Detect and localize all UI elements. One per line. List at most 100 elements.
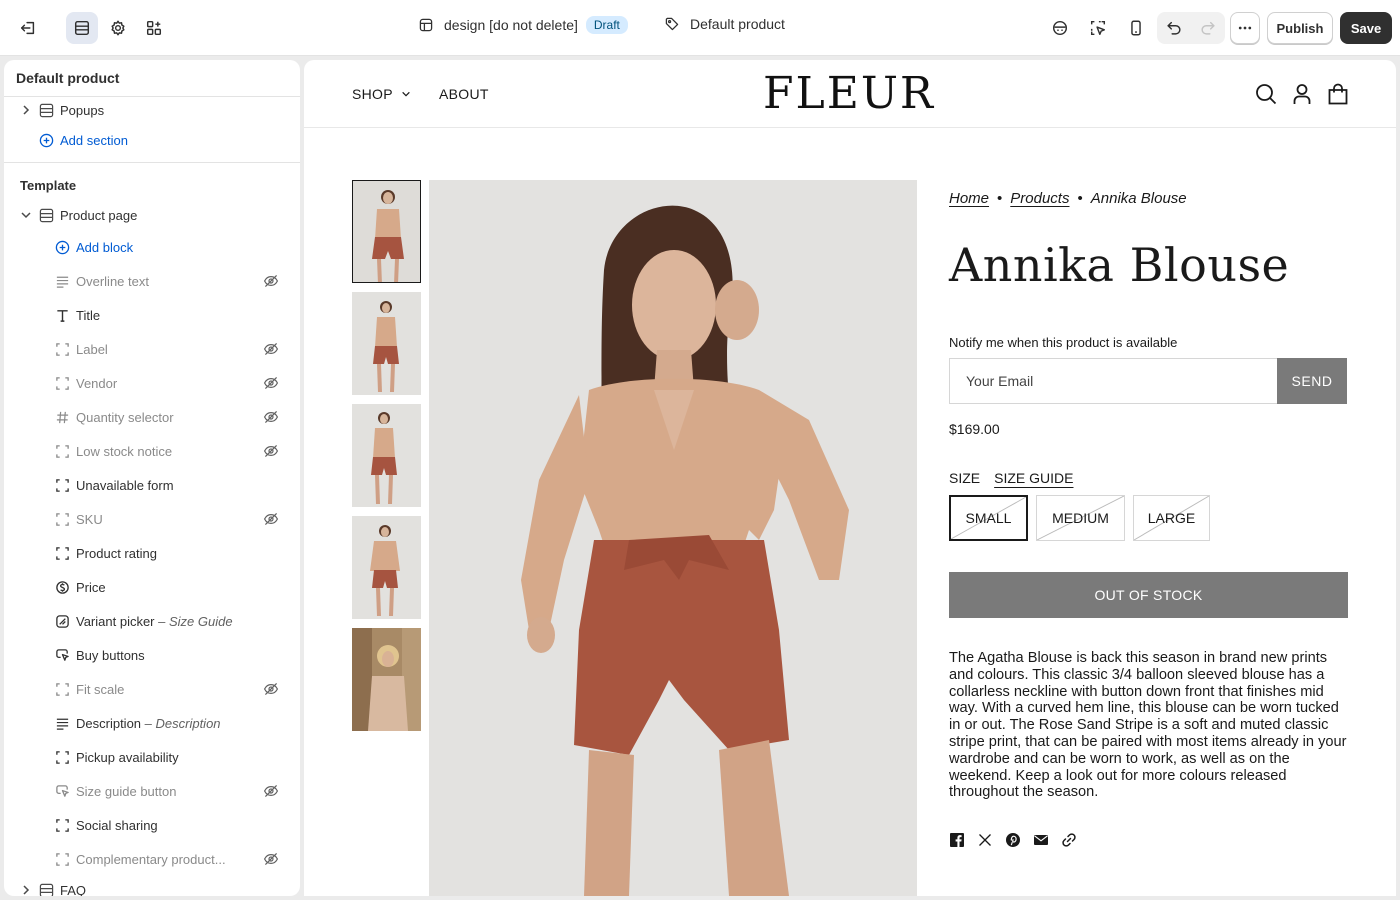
add-block-button[interactable]: Add block [4,232,300,262]
eye-hidden-icon[interactable] [263,273,279,289]
pinterest-icon[interactable] [1005,832,1021,848]
product-thumbnail[interactable] [352,292,421,395]
save-button[interactable]: Save [1340,12,1392,44]
account-icon[interactable] [1290,82,1314,106]
theme-settings-button[interactable] [102,12,134,44]
chevron-right-icon[interactable] [20,104,32,116]
product-main-image[interactable] [429,180,917,896]
send-button[interactable]: SEND [1277,358,1347,404]
ai-assistant-button[interactable] [1044,12,1076,44]
nav-about[interactable]: ABOUT [439,86,489,102]
inspector-button[interactable] [1082,12,1114,44]
block-label: Quantity selector [76,409,174,425]
nav-shop[interactable]: SHOP [352,86,411,102]
email-icon[interactable] [1033,832,1049,848]
link-icon[interactable] [1061,832,1077,848]
redo-button[interactable] [1192,12,1224,44]
block-label: Size guide button [76,783,177,799]
search-icon[interactable] [1254,82,1278,106]
eye-hidden-icon[interactable] [263,851,279,867]
block-item-complementary-products[interactable]: Complementary product... [4,844,300,874]
add-section-label: Add section [60,132,128,148]
block-item-unavailable-form[interactable]: Unavailable form [4,470,300,500]
size-option-large[interactable]: LARGE [1133,495,1210,541]
block-item-social-sharing[interactable]: Social sharing [4,810,300,840]
eye-hidden-icon[interactable] [263,375,279,391]
section-label: Popups [60,102,105,118]
block-item-price[interactable]: Price [4,572,300,602]
block-item-buy-buttons[interactable]: Buy buttons [4,640,300,670]
eye-hidden-icon[interactable] [263,409,279,425]
block-item-pickup-availability[interactable]: Pickup availability [4,742,300,772]
product-thumbnail[interactable] [352,404,421,507]
device-preview-button[interactable] [1120,12,1152,44]
block-label: Buy buttons [76,647,145,663]
undo-button[interactable] [1158,12,1190,44]
x-icon[interactable] [977,832,993,848]
block-item-low-stock-notice[interactable]: Low stock notice [4,436,300,466]
store-preview: SHOP ABOUT FLEUR Home • Products • Annik… [304,60,1396,896]
block-item-size-guide-button[interactable]: Size guide button [4,776,300,806]
block-item-product-rating[interactable]: Product rating [4,538,300,568]
social-sharing [949,832,1089,848]
block-item-sku[interactable]: SKU [4,504,300,534]
text-lines-icon [54,273,70,289]
block-item-label[interactable]: Label [4,334,300,364]
block-frame-icon [54,545,70,561]
block-item-variant-picker[interactable]: Variant picker – Size Guide [4,606,300,636]
eye-hidden-icon[interactable] [263,511,279,527]
eye-hidden-icon[interactable] [263,443,279,459]
product-thumbnail[interactable] [352,180,421,283]
size-option-label: LARGE [1147,510,1196,526]
block-item-overline-text[interactable]: Overline text [4,266,300,296]
size-option-label: MEDIUM [1052,510,1109,526]
more-actions-button[interactable] [1230,12,1260,44]
exit-button[interactable] [12,12,44,44]
breadcrumb-home[interactable]: Home [949,190,989,207]
section-label: FAQ [60,882,87,897]
section-item-faq[interactable]: FAQ [4,875,300,896]
block-item-description[interactable]: Description – Description [4,708,300,738]
eye-hidden-icon[interactable] [263,341,279,357]
size-option-medium[interactable]: MEDIUM [1036,495,1125,541]
size-guide-link[interactable]: SIZE GUIDE [994,470,1073,486]
out-of-stock-button[interactable]: OUT OF STOCK [949,572,1348,618]
email-field[interactable]: Your Email [949,358,1278,404]
add-section-button[interactable]: Add section [4,125,300,155]
product-photo [429,180,917,896]
block-item-quantity-selector[interactable]: Quantity selector [4,402,300,432]
sections-icon [74,20,90,36]
block-item-vendor[interactable]: Vendor [4,368,300,398]
block-label: SKU [76,511,103,527]
template-selector[interactable]: Default product [664,16,785,32]
chevron-down-icon [402,91,410,97]
product-thumbnail[interactable] [352,628,421,731]
block-item-title[interactable]: Title [4,300,300,330]
product-thumbnail-image [352,404,421,507]
text-lines-icon [54,715,70,731]
block-frame-icon [54,443,70,459]
apps-button[interactable] [138,12,170,44]
chevron-right-icon[interactable] [20,884,32,896]
publish-button[interactable]: Publish [1267,12,1333,44]
size-label: SIZE [949,470,981,486]
breadcrumb-products[interactable]: Products [1010,190,1069,207]
facebook-icon[interactable] [949,832,965,848]
store-logo[interactable]: FLEUR [754,68,944,119]
section-item-popups[interactable]: Popups [4,95,300,125]
section-icon [38,882,54,896]
eye-hidden-icon[interactable] [263,783,279,799]
product-thumbnail[interactable] [352,516,421,619]
block-label: Social sharing [76,817,158,833]
section-icon [38,102,54,118]
hashtag-icon [54,409,70,425]
chevron-down-icon[interactable] [20,209,32,221]
sections-tab-button[interactable] [66,12,98,44]
block-label: Product rating [76,545,157,561]
block-item-fit-scale[interactable]: Fit scale [4,674,300,704]
theme-selector[interactable]: design [do not delete] Draft [418,16,628,34]
cart-icon[interactable] [1326,82,1350,106]
section-item-product-page[interactable]: Product page [4,200,300,230]
eye-hidden-icon[interactable] [263,681,279,697]
size-option-small[interactable]: SMALL [949,495,1028,541]
